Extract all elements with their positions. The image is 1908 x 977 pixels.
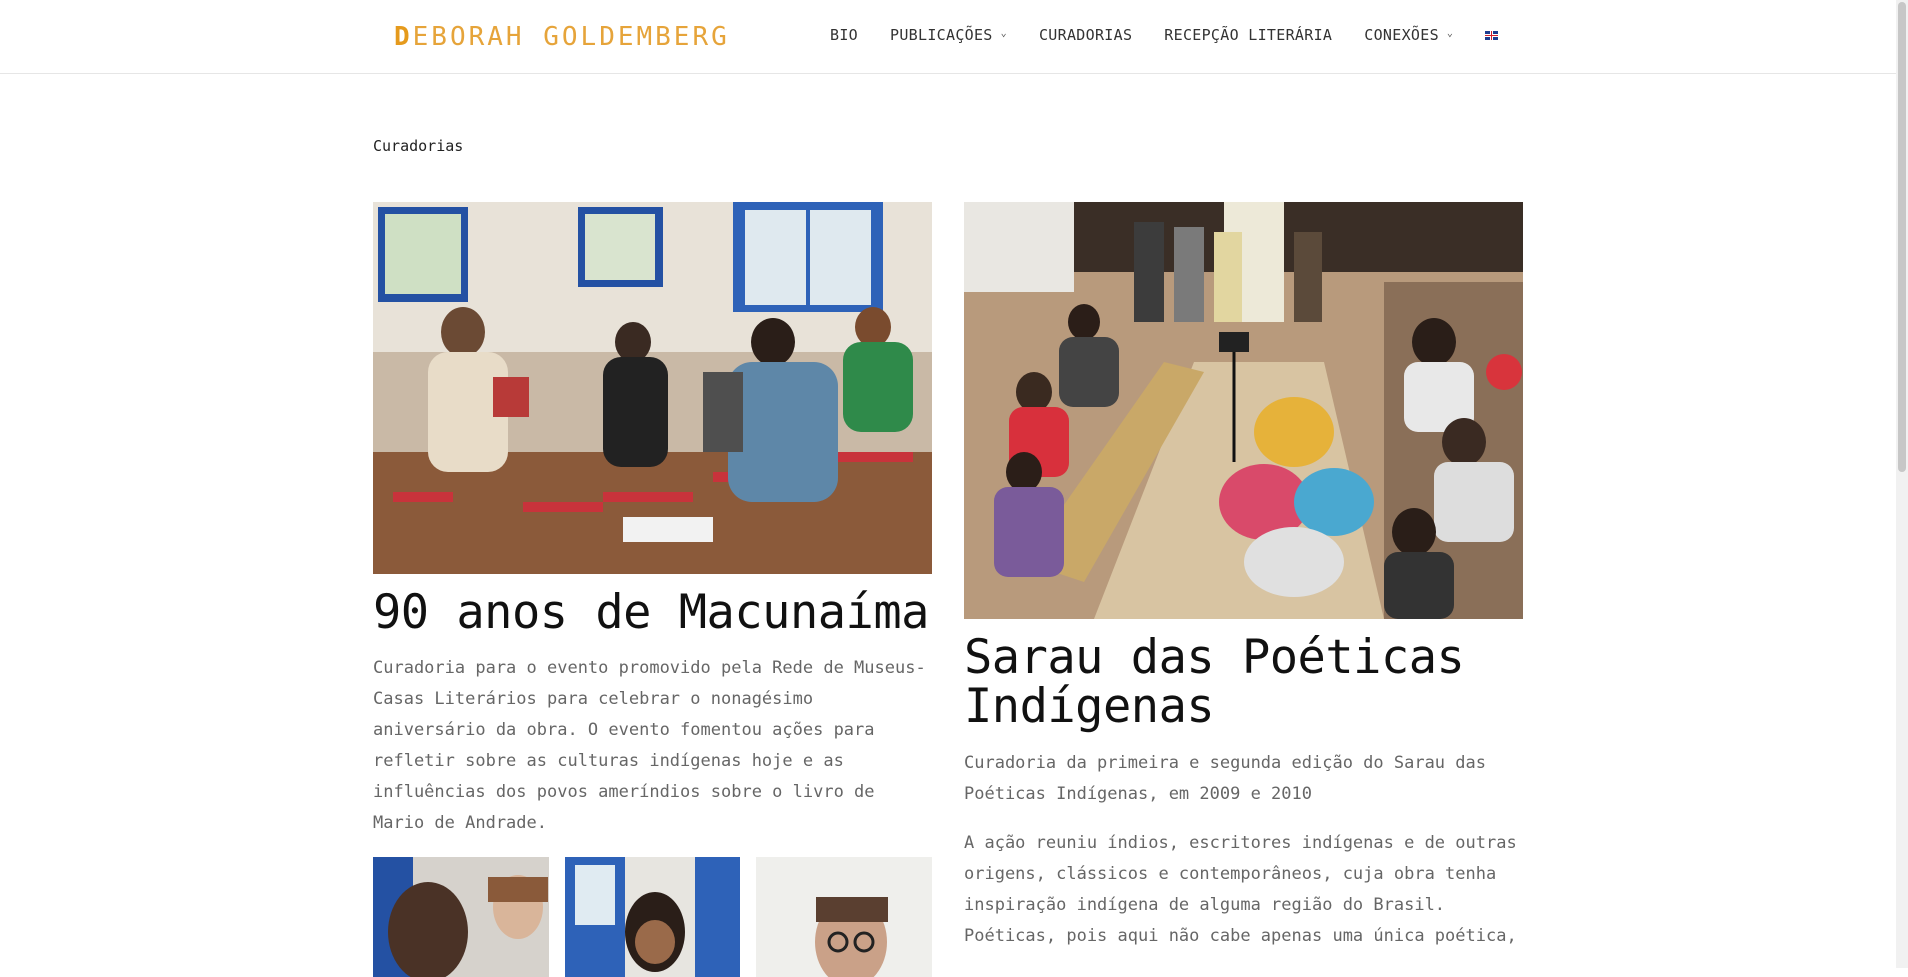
- nav-label: BIO: [830, 26, 858, 44]
- nav-label: RECEPÇÃO LITERÁRIA: [1164, 26, 1333, 44]
- post-title[interactable]: Sarau das Poéticas Indígenas: [964, 633, 1523, 732]
- logo-text: EBORAH GOLDEMBERG: [412, 22, 730, 52]
- page-scrollbar[interactable]: [1896, 0, 1908, 968]
- scrollbar-thumb[interactable]: [1898, 2, 1906, 472]
- main-nav: BIO PUBLICAÇÕES ⌄ CURADORIAS RECEPÇÃO LI…: [830, 26, 1530, 44]
- gallery-thumbnail[interactable]: [756, 857, 933, 977]
- nav-item-bio[interactable]: BIO: [830, 26, 858, 44]
- gallery-thumbnail[interactable]: [564, 857, 741, 977]
- nav-label: PUBLICAÇÕES: [890, 26, 993, 44]
- post-image[interactable]: [964, 202, 1523, 619]
- nav-item-curadorias[interactable]: CURADORIAS: [1039, 26, 1132, 44]
- post-image[interactable]: [373, 202, 932, 574]
- logo-initial: D: [394, 22, 413, 52]
- page-title: Curadorias: [373, 137, 464, 155]
- nav-label: CURADORIAS: [1038, 26, 1133, 44]
- chevron-down-icon: ⌄: [1000, 27, 1007, 39]
- language-switcher[interactable]: [1485, 30, 1499, 40]
- site-header: DEBORAH GOLDEMBERG BIO PUBLICAÇÕES ⌄ CUR…: [0, 0, 1908, 74]
- post-title[interactable]: 90 anos de Macunaíma: [373, 588, 932, 638]
- nav-item-recepcao-literaria[interactable]: RECEPÇÃO LITERÁRIA: [1164, 26, 1332, 44]
- post-macunaima: 90 anos de Macunaíma Curadoria para o ev…: [373, 202, 933, 977]
- nav-label: CONEXÕES: [1364, 26, 1439, 44]
- post-paragraph: Curadoria da primeira e segunda edição d…: [964, 752, 1486, 804]
- uk-flag-icon: [1485, 30, 1499, 40]
- chevron-down-icon: ⌄: [1446, 27, 1454, 39]
- nav-item-conexoes[interactable]: CONEXÕES ⌄: [1364, 26, 1453, 44]
- gallery-thumbnail[interactable]: [373, 857, 549, 977]
- site-logo[interactable]: DEBORAH GOLDEMBERG: [394, 22, 730, 52]
- post-paragraph: Curadoria para o evento promovido pela R…: [373, 658, 926, 834]
- post-paragraph: A ação reuniu índios, escritores indígen…: [964, 832, 1517, 946]
- nav-item-publicacoes[interactable]: PUBLICAÇÕES ⌄: [890, 26, 1007, 44]
- thumbnail-gallery: [373, 857, 933, 977]
- post-sarau-poeticas: Sarau das Poéticas Indígenas Curadoria d…: [964, 202, 1523, 970]
